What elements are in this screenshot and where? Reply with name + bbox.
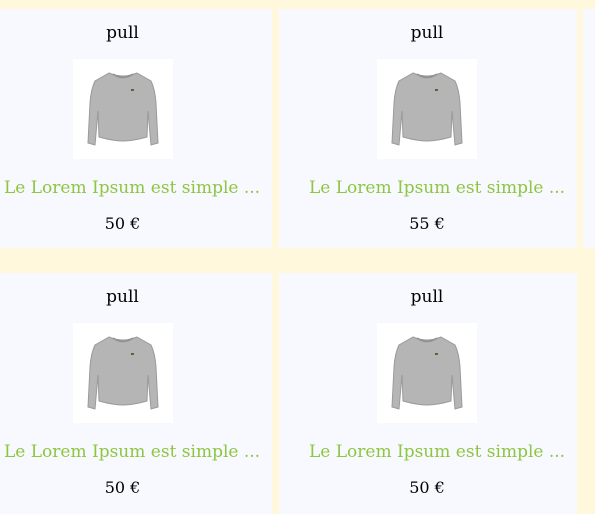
product-price: 50 € [104, 478, 141, 497]
sweater-icon [391, 72, 463, 146]
product-description[interactable]: Le Lorem Ipsum est simple ... [309, 178, 565, 198]
product-image[interactable] [73, 323, 173, 423]
product-card[interactable]: pull Le Lorem Ipsum est simple ... 50 € [0, 9, 272, 248]
product-title: pull [410, 287, 444, 307]
sweater-icon [391, 336, 463, 410]
product-price: 55 € [409, 214, 445, 233]
product-description[interactable]: Le Lorem Ipsum est simple ... [4, 178, 260, 198]
product-image[interactable] [73, 59, 173, 159]
sweater-icon [87, 336, 159, 410]
row-gap-edge [583, 273, 595, 512]
product-image[interactable] [377, 59, 477, 159]
product-description[interactable]: Le Lorem Ipsum est simple ... [4, 442, 260, 462]
product-grid: pull Le Lorem Ipsum est simple ... 50 € … [0, 0, 595, 514]
product-card[interactable]: pull Le Lorem Ipsum est simple ... 50 € [0, 273, 272, 514]
next-card-edge [583, 9, 595, 248]
product-price: 50 € [409, 478, 445, 497]
product-card[interactable]: pull Le Lorem Ipsum est simple ... 50 € [279, 273, 577, 514]
product-title: pull [106, 287, 139, 307]
product-image[interactable] [377, 323, 477, 423]
product-title: pull [410, 23, 444, 43]
product-title: pull [106, 23, 139, 43]
product-price: 50 € [104, 214, 141, 233]
product-card[interactable]: pull Le Lorem Ipsum est simple ... 55 € [279, 9, 577, 248]
sweater-icon [87, 72, 159, 146]
product-description[interactable]: Le Lorem Ipsum est simple ... [309, 442, 565, 462]
